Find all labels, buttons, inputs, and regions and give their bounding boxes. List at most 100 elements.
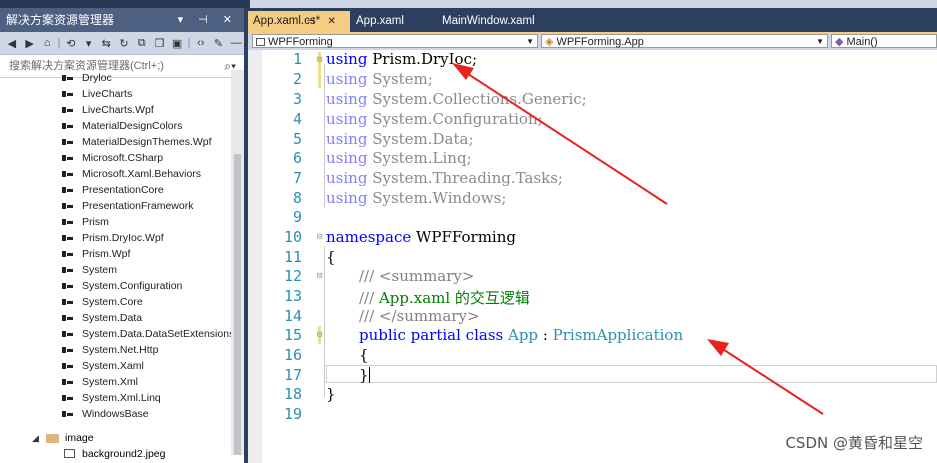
tree-reference-item[interactable]: Dryloc (0, 70, 230, 86)
code-line-6: using System.Linq; (326, 149, 472, 167)
tree-file-background[interactable]: background2.jpeg (0, 446, 230, 462)
tab-mainwindow-xaml[interactable]: MainWindow.xaml (442, 11, 535, 32)
class-dropdown-value: WPFForming.App (556, 36, 644, 48)
folder-icon (46, 434, 59, 443)
sync-icon[interactable]: ⇆ (98, 37, 114, 50)
tree-reference-item[interactable]: PresentationCore (0, 182, 230, 198)
reference-label: System.Xml (82, 376, 139, 388)
reference-label: System.Xml.Linq (82, 392, 161, 404)
code-text: Prism.DryIoc; (367, 50, 478, 68)
tree-reference-item[interactable]: LiveCharts.Wpf (0, 102, 230, 118)
code-line-14: /// </summary> (359, 307, 480, 325)
code-text: System.Configuration; (367, 110, 543, 128)
keyword: using (326, 189, 368, 207)
keyword: public partial class (359, 326, 504, 344)
collapse-all-icon[interactable]: ⧉ (134, 37, 150, 50)
copy-icon[interactable]: ❐ (152, 37, 168, 50)
line-number: 12 (283, 267, 302, 285)
tab-pin-close[interactable]: ⊣ ✕ (306, 11, 341, 32)
solution-explorer-scrollbar[interactable] (231, 70, 244, 455)
reference-icon (62, 139, 73, 145)
tree-reference-item[interactable]: System (0, 262, 230, 278)
reference-icon (62, 203, 73, 209)
reference-icon (62, 331, 73, 337)
tree-reference-item[interactable]: Prism (0, 214, 230, 230)
doc-comment-prefix: /// (359, 289, 379, 307)
collapse-arrow-icon[interactable]: ◢ (32, 430, 39, 446)
tree-reference-item[interactable]: System.Core (0, 294, 230, 310)
doc-comment: /// </summary> (359, 307, 480, 325)
preview-icon[interactable]: — (228, 37, 244, 49)
home-icon[interactable]: ⌂ (39, 37, 55, 49)
reference-icon (62, 363, 73, 369)
tab-app-xaml-cs[interactable]: App.xaml.cs* ⊣ ✕ (248, 11, 350, 32)
code-line-4: using System.Configuration; (326, 110, 543, 128)
reference-icon (62, 235, 73, 241)
top-toolbar-strip (0, 0, 937, 8)
reference-label: PresentationCore (82, 184, 164, 196)
forward-icon[interactable]: ▶ (22, 37, 38, 50)
tree-reference-item[interactable]: System.Xaml (0, 358, 230, 374)
keyword: using (326, 70, 368, 88)
tree-reference-item[interactable]: Microsoft.Xaml.Behaviors (0, 166, 230, 182)
image-file-icon (64, 449, 75, 458)
reference-label: Microsoft.CSharp (82, 152, 164, 164)
line-number: 11 (283, 248, 302, 266)
code-text: } (359, 366, 369, 384)
project-dropdown[interactable]: WPFForming ▼ (252, 34, 538, 48)
tree-reference-item[interactable]: System.Net.Http (0, 342, 230, 358)
member-dropdown[interactable]: ◆ Main() (831, 34, 937, 48)
class-icon: ◈ (545, 36, 554, 48)
project-icon (256, 38, 265, 46)
scrollbar-thumb[interactable] (234, 154, 241, 455)
editor-margin (248, 50, 262, 463)
reference-icon (62, 171, 73, 177)
member-dropdown-value: Main() (846, 36, 878, 48)
reference-icon (62, 411, 73, 417)
tree-reference-item[interactable]: WindowsBase (0, 406, 230, 422)
tree-reference-item[interactable]: PresentationFramework (0, 198, 230, 214)
history-icon[interactable]: ⟲ (63, 37, 79, 50)
tree-reference-item[interactable]: System.Xml (0, 374, 230, 390)
tree-reference-item[interactable]: Prism.Wpf (0, 246, 230, 262)
keyword: using (326, 169, 368, 187)
reference-label: System.Net.Http (82, 344, 159, 356)
tree-reference-item[interactable]: Microsoft.CSharp (0, 150, 230, 166)
tree-folder-image[interactable]: ◢ image (0, 430, 230, 446)
tree-reference-item[interactable]: MaterialDesignColors (0, 118, 230, 134)
code-line-12: /// <summary> (359, 267, 474, 285)
tree-reference-item[interactable]: System.Data (0, 310, 230, 326)
tab-app-xaml[interactable]: App.xaml (356, 11, 404, 32)
keyword: namespace (326, 228, 412, 246)
tree-reference-item[interactable]: System.Data.DataSetExtensions (0, 326, 234, 342)
tree-reference-item[interactable]: LiveCharts (0, 86, 230, 102)
reference-label: Dryloc (82, 72, 112, 84)
editor-navigation-bar: WPFForming ▼ ◈ WPFForming.App ▼ ◆ Main() (248, 34, 937, 50)
show-all-files-icon[interactable]: ▣ (169, 37, 185, 50)
code-line-18: } (326, 385, 336, 403)
back-icon[interactable]: ◀ (4, 37, 20, 50)
line-number: 7 (292, 169, 302, 187)
keyword: using (326, 90, 368, 108)
reference-tree: Dryloc LiveCharts LiveCharts.Wpf MaterialDe… (0, 70, 234, 422)
class-dropdown[interactable]: ◈ WPFForming.App ▼ (541, 34, 828, 48)
code-line-13: /// App.xaml 的交互逻辑 (359, 287, 530, 308)
tree-reference-item[interactable]: System.Xml.Linq (0, 390, 230, 406)
refresh-icon[interactable]: ↻ (116, 37, 132, 50)
code-view-icon[interactable]: ‹› (193, 37, 209, 49)
code-line-17: } (359, 366, 370, 384)
fold-toggle-icon[interactable]: ⊟ (317, 271, 322, 281)
fold-toggle-icon[interactable]: ⊟ (317, 330, 322, 340)
properties-icon[interactable]: ✎ (211, 37, 227, 50)
tree-reference-item[interactable]: Prism.DryIoc.Wpf (0, 230, 230, 246)
fold-toggle-icon[interactable]: ⊟ (317, 232, 322, 242)
tree-reference-item[interactable]: System.Configuration (0, 278, 230, 294)
panel-window-controls[interactable]: ▾ ⊣ ✕ (178, 8, 238, 32)
dropdown-icon[interactable]: ▾ (81, 37, 97, 50)
tree-reference-item[interactable]: MaterialDesignThemes.Wpf (0, 134, 230, 150)
reference-icon (62, 299, 73, 305)
document-tabs: App.xaml.cs* ⊣ ✕ App.xaml MainWindow.xam… (248, 11, 937, 32)
reference-label: WindowsBase (82, 408, 149, 420)
fold-toggle-icon[interactable]: ⊟ (317, 55, 322, 65)
current-line-highlight (326, 365, 937, 383)
